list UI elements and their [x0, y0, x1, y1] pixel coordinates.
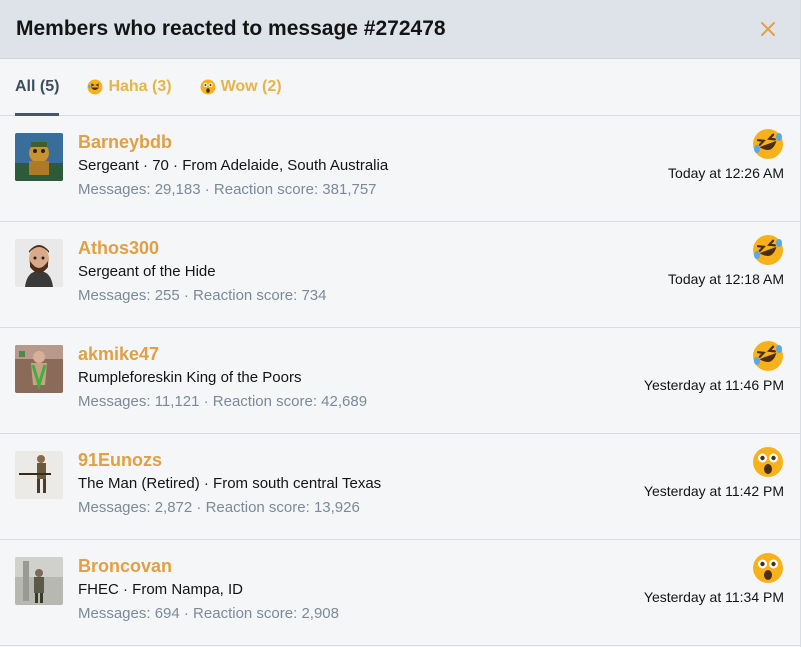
avatar[interactable]: [15, 133, 63, 181]
dialog-title: Members who reacted to message #272478: [16, 17, 446, 40]
member-row: Barneybdb Sergeant · 70 · From Adelaide,…: [0, 116, 800, 222]
haha-emoji-icon: [753, 341, 783, 371]
tab-all-label: All (5): [15, 78, 60, 95]
avatar[interactable]: [15, 345, 63, 393]
tab-haha-label: Haha (3): [108, 78, 172, 95]
reaction-time: Today at 12:26 AM: [668, 165, 784, 181]
reaction-meta: Yesterday at 11:46 PM: [644, 340, 784, 394]
reactions-dialog: Members who reacted to message #272478 A…: [0, 0, 801, 647]
close-icon: [761, 22, 775, 36]
member-list: Barneybdb Sergeant · 70 · From Adelaide,…: [0, 116, 800, 646]
reaction-meta: Yesterday at 11:34 PM: [644, 552, 784, 606]
avatar[interactable]: [15, 557, 63, 605]
tab-haha[interactable]: Haha (3): [87, 59, 172, 115]
reaction-time: Yesterday at 11:42 PM: [643, 483, 784, 499]
member-row: Athos300 Sergeant of the Hide Messages: …: [0, 222, 800, 328]
member-row: 91Eunozs The Man (Retired) · From south …: [0, 434, 800, 540]
wow-emoji-icon: [200, 79, 216, 95]
wow-emoji-icon: [753, 447, 783, 477]
reaction-time: Yesterday at 11:34 PM: [643, 589, 784, 605]
avatar[interactable]: [15, 239, 63, 287]
wow-emoji-icon: [753, 553, 783, 583]
avatar[interactable]: [15, 451, 63, 499]
reaction-meta: Yesterday at 11:42 PM: [644, 446, 784, 500]
close-button[interactable]: [756, 17, 780, 41]
reaction-meta: Today at 12:26 AM: [668, 128, 784, 182]
haha-emoji-icon: [753, 235, 783, 265]
member-row: Broncovan FHEC · From Nampa, ID Messages…: [0, 540, 800, 646]
tab-wow-label: Wow (2): [220, 78, 282, 95]
tab-wow[interactable]: Wow (2): [200, 59, 282, 115]
haha-emoji-icon: [753, 129, 783, 159]
haha-emoji-icon: [87, 79, 103, 95]
reaction-time: Yesterday at 11:46 PM: [643, 377, 784, 393]
member-row: akmike47 Rumpleforeskin King of the Poor…: [0, 328, 800, 434]
reaction-tabs: All (5) Haha (3) Wow (2): [0, 59, 800, 116]
reaction-time: Today at 12:18 AM: [668, 271, 784, 287]
tab-all[interactable]: All (5): [15, 59, 60, 116]
dialog-header: Members who reacted to message #272478: [0, 0, 800, 59]
reaction-meta: Today at 12:18 AM: [668, 234, 784, 288]
